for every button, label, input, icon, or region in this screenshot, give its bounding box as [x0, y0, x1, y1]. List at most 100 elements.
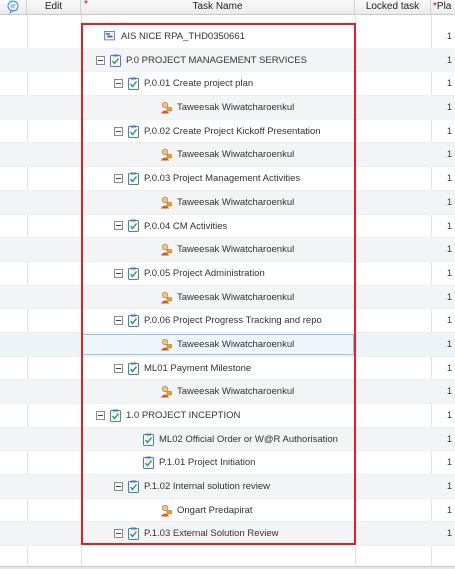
task-name-cell[interactable]: ML02 Official Order or W@R Authorisation	[143, 428, 355, 451]
table-row[interactable]: P.0.01 Create project plan 1	[0, 72, 455, 97]
task-checklist-icon	[110, 54, 121, 67]
collapse-toggle-icon[interactable]	[114, 174, 123, 184]
task-name-cell[interactable]: AIS NICE RPA_THD0350661	[103, 25, 355, 48]
task-name-cell[interactable]: Taweesak Wiwatcharoenkul	[160, 238, 355, 261]
task-name-cell[interactable]: Taweesak Wiwatcharoenkul	[160, 143, 355, 166]
task-name-cell[interactable]: P.0.03 Project Management Activities	[114, 167, 355, 190]
plan-cell[interactable]: 1	[447, 333, 452, 356]
table-row[interactable]: P.0.06 Project Progress Tracking and rep…	[0, 309, 455, 333]
plan-cell[interactable]: 1	[447, 309, 452, 332]
table-row[interactable]: P.0.03 Project Management Activities 1	[0, 167, 455, 191]
task-name-cell[interactable]: Ongart Predapirat	[160, 499, 355, 522]
collapse-toggle-icon[interactable]	[114, 268, 123, 278]
task-label: P.1.02 Internal solution review	[144, 481, 271, 493]
collapse-toggle-icon[interactable]	[96, 55, 105, 65]
task-name-cell[interactable]: Taweesak Wiwatcharoenkul	[160, 380, 355, 403]
plan-cell[interactable]: 1	[447, 451, 452, 474]
task-label: P.0.05 Project Administration	[144, 267, 265, 279]
task-name-cell[interactable]: P.0 PROJECT MANAGEMENT SERVICES	[96, 49, 355, 72]
plan-cell[interactable]: 1	[447, 25, 452, 48]
task-name-cell[interactable]: P.1.03 External Solution Review	[114, 522, 355, 545]
table-row[interactable]: P.1.02 Internal solution review 1	[0, 475, 455, 499]
collapse-toggle-icon[interactable]	[114, 79, 123, 89]
plan-cell[interactable]: 1	[447, 72, 452, 95]
plan-cell[interactable]: 1	[447, 404, 452, 427]
collapse-toggle-icon[interactable]	[114, 126, 123, 136]
task-name-cell[interactable]: P.1.01 Project Initiation	[143, 451, 355, 474]
table-row[interactable]: P.0.05 Project Administration 1	[0, 262, 455, 286]
task-checklist-icon	[143, 433, 154, 446]
comment-icon[interactable]	[6, 0, 20, 14]
task-checklist-icon	[128, 125, 139, 138]
task-name-cell[interactable]: Taweesak Wiwatcharoenkul	[160, 191, 355, 214]
plan-cell[interactable]: 1	[447, 357, 452, 380]
task-name-cell[interactable]: 1.0 PROJECT INCEPTION	[96, 404, 355, 427]
table-row[interactable]: Taweesak Wiwatcharoenkul 1	[0, 380, 455, 404]
task-name-cell[interactable]: P.1.02 Internal solution review	[114, 475, 355, 498]
collapse-toggle-icon[interactable]	[96, 410, 105, 420]
plan-cell[interactable]: 1	[447, 286, 452, 309]
table-row[interactable]: P.0 PROJECT MANAGEMENT SERVICES 1	[0, 48, 455, 73]
task-label: ML01 Payment Milestone	[144, 362, 252, 374]
resource-person-icon	[160, 386, 172, 398]
plan-column-header[interactable]: *Pla	[431, 0, 455, 15]
task-name-cell[interactable]: P.0.01 Create project plan	[114, 72, 355, 95]
task-name-cell[interactable]: Taweesak Wiwatcharoenkul	[160, 333, 355, 356]
table-row[interactable]: P.1.01 Project Initiation 1	[0, 451, 455, 476]
task-name-cell[interactable]: P.0.05 Project Administration	[114, 262, 355, 285]
task-label: P.0.06 Project Progress Tracking and rep…	[144, 315, 322, 327]
task-name-cell[interactable]: Taweesak Wiwatcharoenkul	[160, 96, 355, 119]
plan-cell[interactable]: 1	[447, 262, 452, 285]
task-checklist-icon	[128, 314, 139, 328]
plan-cell[interactable]: 1	[447, 191, 452, 214]
plan-cell[interactable]: 1	[447, 380, 452, 403]
table-row[interactable]: AIS NICE RPA_THD0350661 1	[0, 25, 455, 49]
task-name-column-header[interactable]: * Task Name	[81, 0, 355, 15]
table-row[interactable]: Taweesak Wiwatcharoenkul 1	[0, 96, 455, 120]
task-label: Taweesak Wiwatcharoenkul	[177, 386, 295, 398]
table-row[interactable]: P.0.04 CM Activities 1	[0, 215, 455, 239]
task-name-cell[interactable]: Taweesak Wiwatcharoenkul	[160, 286, 355, 309]
plan-cell[interactable]: 1	[447, 522, 452, 545]
task-label: P.0.04 CM Activities	[144, 220, 228, 232]
collapse-toggle-icon[interactable]	[114, 221, 123, 231]
task-label: P.0.02 Create Project Kickoff Presentati…	[144, 125, 321, 137]
plan-cell[interactable]: 1	[447, 428, 452, 451]
table-row[interactable]: 1.0 PROJECT INCEPTION 1	[0, 404, 455, 428]
table-row[interactable]: ML01 Payment Milestone 1	[0, 357, 455, 381]
table-row[interactable]: P.0.02 Create Project Kickoff Presentati…	[0, 120, 455, 144]
task-name-cell[interactable]: P.0.06 Project Progress Tracking and rep…	[114, 309, 355, 332]
table-row[interactable]: Ongart Predapirat 1	[0, 499, 455, 523]
collapse-toggle-icon[interactable]	[114, 482, 123, 492]
table-row[interactable]: Taweesak Wiwatcharoenkul 1	[0, 332, 455, 357]
table-row[interactable]: Taweesak Wiwatcharoenkul 1	[0, 190, 455, 215]
task-label: Taweesak Wiwatcharoenkul	[177, 196, 295, 208]
task-name-cell[interactable]: P.0.02 Create Project Kickoff Presentati…	[114, 120, 355, 143]
task-label: 1.0 PROJECT INCEPTION	[126, 410, 241, 421]
task-name-cell[interactable]: ML01 Payment Milestone	[114, 357, 355, 380]
plan-cell[interactable]: 1	[447, 238, 452, 261]
table-row[interactable]: P.1.03 External Solution Review 1	[0, 522, 455, 547]
task-label: Taweesak Wiwatcharoenkul	[177, 102, 295, 114]
plan-cell[interactable]: 1	[447, 167, 452, 190]
plan-cell[interactable]: 1	[447, 120, 452, 143]
locked-task-column-header[interactable]: Locked task	[355, 0, 431, 15]
plan-cell[interactable]: 1	[447, 215, 452, 238]
table-row[interactable]: Taweesak Wiwatcharoenkul 1	[0, 285, 455, 310]
plan-cell[interactable]: 1	[447, 49, 452, 72]
collapse-toggle-icon[interactable]	[114, 529, 123, 539]
collapse-toggle-icon[interactable]	[114, 316, 123, 326]
table-row[interactable]: Taweesak Wiwatcharoenkul 1	[0, 143, 455, 168]
comment-column-header[interactable]	[0, 0, 27, 15]
table-row[interactable]: ML02 Official Order or W@R Authorisation…	[0, 427, 455, 452]
edit-column-header[interactable]: Edit	[27, 0, 81, 15]
table-row[interactable]: Taweesak Wiwatcharoenkul 1	[0, 238, 455, 262]
task-checklist-icon	[110, 409, 121, 422]
task-name-cell[interactable]: P.0.04 CM Activities	[114, 215, 355, 238]
plan-cell[interactable]: 1	[447, 475, 452, 498]
plan-cell[interactable]: 1	[447, 96, 452, 119]
plan-cell[interactable]: 1	[447, 499, 452, 522]
task-label: P.1.01 Project Initiation	[159, 457, 256, 469]
plan-cell[interactable]: 1	[447, 143, 452, 166]
collapse-toggle-icon[interactable]	[114, 363, 123, 373]
